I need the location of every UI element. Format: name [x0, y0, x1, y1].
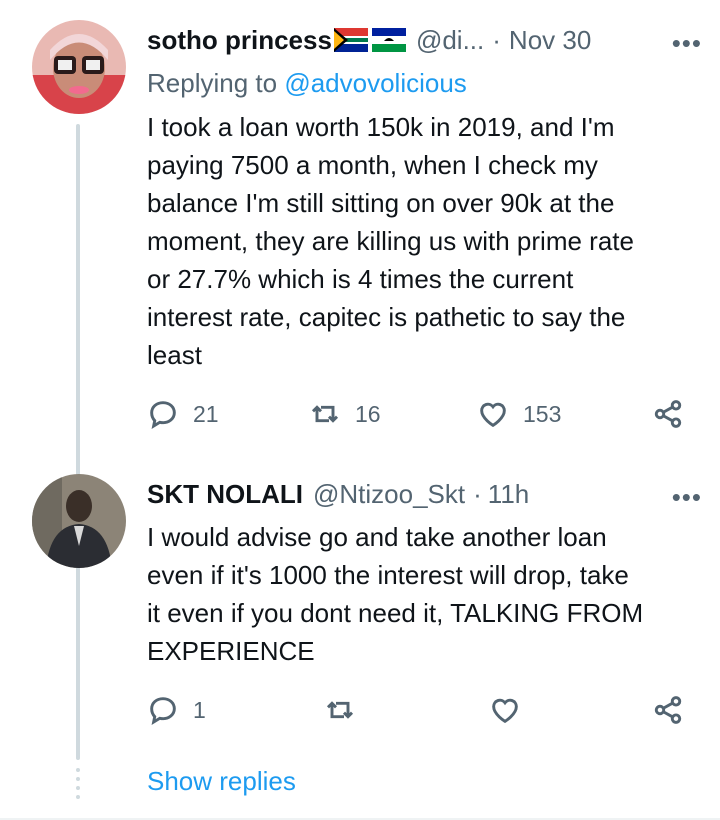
tweet-header: SKT NOLALI @Ntizoo_Skt · 11h [147, 476, 700, 512]
display-name[interactable]: SKT NOLALI [147, 479, 303, 510]
avatar-image [32, 20, 126, 114]
show-replies-link[interactable]: Show replies [147, 766, 296, 797]
tweet-text-line: even if it's 1000 the interest will drop… [147, 560, 629, 590]
separator-dot: · [492, 24, 501, 55]
retweet-button[interactable] [324, 690, 370, 730]
separator-dot: · [473, 478, 482, 509]
share-icon [654, 400, 682, 428]
like-button[interactable]: 153 [477, 394, 561, 434]
tweet-text: I took a loan worth 150k in 2019, and I'… [147, 108, 699, 374]
share-button[interactable] [652, 690, 684, 730]
display-name[interactable]: sotho princess [147, 25, 332, 56]
tweet-header: sotho princess @di... · Nov 30 [147, 22, 700, 58]
more-icon[interactable]: ••• [672, 482, 702, 513]
reply-button[interactable]: 21 [147, 394, 219, 434]
share-button[interactable] [652, 394, 684, 434]
tweet-text-line: I would advise go and take another loan [147, 522, 607, 552]
avatar-skt-nolali[interactable] [32, 474, 126, 568]
like-count: 153 [523, 400, 562, 427]
reply-count: 21 [193, 400, 219, 427]
tweet-actions: 21 16 153 [147, 394, 692, 434]
replying-to: Replying to @advovolicious [147, 68, 467, 99]
tweet-text: I would advise go and take another loan … [147, 518, 699, 670]
timestamp[interactable]: 11h [488, 479, 529, 510]
tweet-text-line: moment, they are killing us with prime r… [147, 226, 634, 256]
reply-button[interactable]: 1 [147, 690, 206, 730]
reply-icon [150, 697, 176, 725]
like-icon [492, 698, 518, 724]
more-icon[interactable]: ••• [672, 28, 702, 59]
tweet-text-line: least [147, 340, 202, 370]
tweet-2[interactable]: SKT NOLALI @Ntizoo_Skt · 11h ••• I would… [0, 460, 720, 760]
reply-count: 1 [193, 696, 206, 723]
reply-icon [150, 401, 176, 429]
handle[interactable]: @Ntizoo_Skt [313, 479, 465, 510]
retweet-button[interactable]: 16 [309, 394, 381, 434]
timestamp[interactable]: Nov 30 [509, 25, 591, 56]
retweet-icon [311, 405, 339, 423]
like-button[interactable] [489, 690, 535, 730]
tweet-text-line: I took a loan worth 150k in 2019, and I'… [147, 112, 615, 142]
tweet-text-line: paying 7500 a month, when I check my [147, 150, 598, 180]
replying-prefix: Replying to [147, 68, 285, 98]
tweet-1[interactable]: sotho princess @di... · Nov 30 ••• Reply… [0, 0, 720, 760]
tweet-text-line: it even if you dont need it, TALKING FRO… [147, 598, 644, 628]
handle[interactable]: @di... [416, 25, 484, 56]
tweet-text-line: or 27.7% which is 4 times the current [147, 264, 574, 294]
retweet-icon [326, 701, 354, 719]
tweet-text-line: EXPERIENCE [147, 636, 315, 666]
share-icon [654, 696, 682, 724]
retweet-count: 16 [355, 400, 381, 427]
tweet-text-line: interest rate, capitec is pathetic to sa… [147, 302, 626, 332]
flag-lesotho-icon [371, 28, 406, 52]
tweet-text-line: balance I'm still sitting on over 90k at… [147, 188, 615, 218]
thread-continuation-dots [76, 768, 80, 804]
tweet-actions: 1 [147, 690, 692, 730]
replying-mention-link[interactable]: @advovolicious [284, 68, 466, 98]
like-icon [480, 402, 506, 428]
avatar-image [32, 474, 126, 568]
flag-south-africa-icon [333, 28, 368, 52]
avatar-sotho-princess[interactable] [32, 20, 126, 114]
